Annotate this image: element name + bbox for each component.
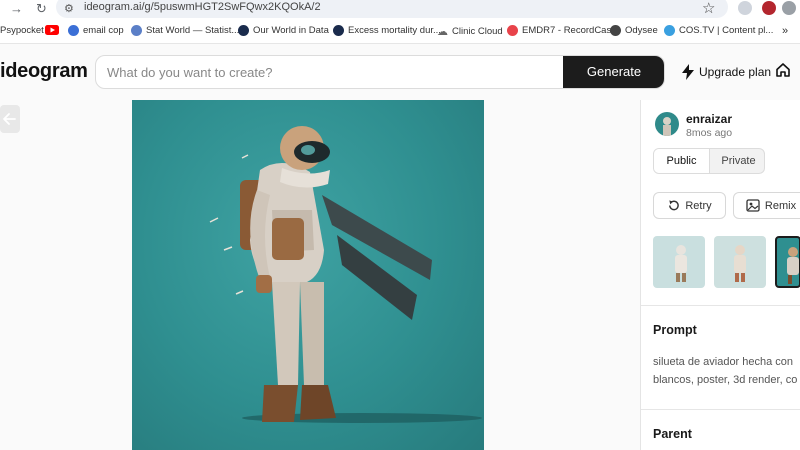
user-avatar-icon [663,117,671,136]
parent-heading: Parent [653,427,692,441]
prompt-bar: Generate [95,55,665,89]
variation-thumbnail[interactable] [653,236,705,288]
bookmark-label: COS.TV | Content pl... [679,25,774,36]
globe-icon [131,25,142,36]
divider [641,409,800,410]
bookmark-item[interactable]: Stat World — Statist... [131,25,239,36]
upgrade-label: Upgrade plan [699,65,772,79]
url-text[interactable]: ideogram.ai/g/5puswmHGT2SwFQwx2KQOkA/2 [84,1,321,13]
thumbnail-figure [675,245,687,282]
forward-icon[interactable]: → [10,1,23,16]
generate-button[interactable]: Generate [563,56,664,88]
bookmark-label: Odysee [625,25,658,36]
bookmark-label: Excess mortality dur... [348,25,441,36]
bookmark-label: Psypocket [0,25,44,36]
prompt-line: blancos, poster, 3d render, co [653,374,798,386]
prompt-line: silueta de aviador hecha con [653,356,794,368]
thumbnail-figure [734,245,746,282]
back-button[interactable] [0,105,20,133]
owid-icon [333,25,344,36]
arrow-left-icon [3,113,16,125]
bookmark-item[interactable]: COS.TV | Content pl... [664,25,773,36]
odysee-icon [610,25,621,36]
bookmark-item[interactable]: Our World in Data [238,25,329,36]
owid-icon [238,25,249,36]
thumbnail-figure [787,247,799,284]
youtube-icon [45,25,59,35]
variation-thumbnail-selected[interactable] [775,236,800,288]
public-button[interactable]: Public [654,149,710,173]
username[interactable]: enraizar [686,112,732,126]
image-viewer [0,100,640,450]
remix-button[interactable]: Remix [733,192,800,219]
visibility-toggle: Public Private [653,148,765,174]
recordcast-icon [507,25,518,36]
bookmark-star-icon[interactable]: ☆ [702,0,715,17]
remix-label: Remix [764,199,797,212]
retry-label: Retry [685,199,712,212]
costv-icon [664,25,675,36]
retry-button[interactable]: Retry [653,192,726,219]
details-panel: enraizar 8mos ago Public Private Retry R… [640,100,800,450]
prompt-text[interactable]: silueta de aviador hecha con blancos, po… [653,353,800,389]
bookmark-label: Stat World — Statist... [146,25,240,36]
timestamp: 8mos ago [686,127,733,139]
bookmark-item[interactable]: ☁ Clinic Cloud [437,25,503,38]
bookmark-item[interactable]: Psypocket [0,25,44,36]
lightning-icon [682,64,694,80]
home-icon[interactable] [775,62,791,78]
generated-image[interactable] [132,100,484,450]
browser-toolbar: → ↻ ⚙ ideogram.ai/g/5puswmHGT2SwFQwx2KQO… [0,0,800,20]
prompt-input[interactable] [96,56,562,88]
divider [641,305,800,306]
bookmark-item[interactable]: Excess mortality dur... [333,25,441,36]
email-cop-icon [68,25,79,36]
bookmark-item[interactable] [45,25,59,35]
upgrade-plan-button[interactable]: Upgrade plan [681,64,771,80]
cloud-icon: ☁ [437,26,448,38]
aviator-figure [209,126,482,423]
bookmark-item[interactable]: Odysee [610,25,658,36]
remix-image-icon [746,199,760,212]
prompt-heading: Prompt [653,323,697,337]
profile-avatar-icon[interactable] [762,1,776,15]
retry-icon [669,200,680,211]
private-button[interactable]: Private [711,149,764,173]
bookmarks-bar: Psypocket email cop Stat World — Statist… [0,22,800,44]
chevron-more-icon: » [782,25,789,37]
reload-icon[interactable]: ↻ [36,1,47,17]
bookmark-label: EMDR7 - RecordCast [522,25,614,36]
bookmark-label: email cop [83,25,124,36]
bookmark-item[interactable]: EMDR7 - RecordCast [507,25,614,36]
bookmark-label: Our World in Data [253,25,329,36]
logo-text: ideogram [0,60,88,82]
extensions-puzzle-icon[interactable] [782,1,796,15]
logo[interactable]: ideogram [0,60,88,83]
avatar[interactable] [655,112,679,136]
app-header: ideogram Generate Upgrade plan [0,44,800,100]
bookmark-item[interactable]: email cop [68,25,124,36]
extension-icon[interactable] [738,1,752,15]
more-bookmarks-button[interactable]: » [782,25,788,37]
bookmark-label: Clinic Cloud [452,26,503,37]
variation-thumbnail[interactable] [714,236,766,288]
site-info-icon[interactable]: ⚙ [64,2,74,15]
